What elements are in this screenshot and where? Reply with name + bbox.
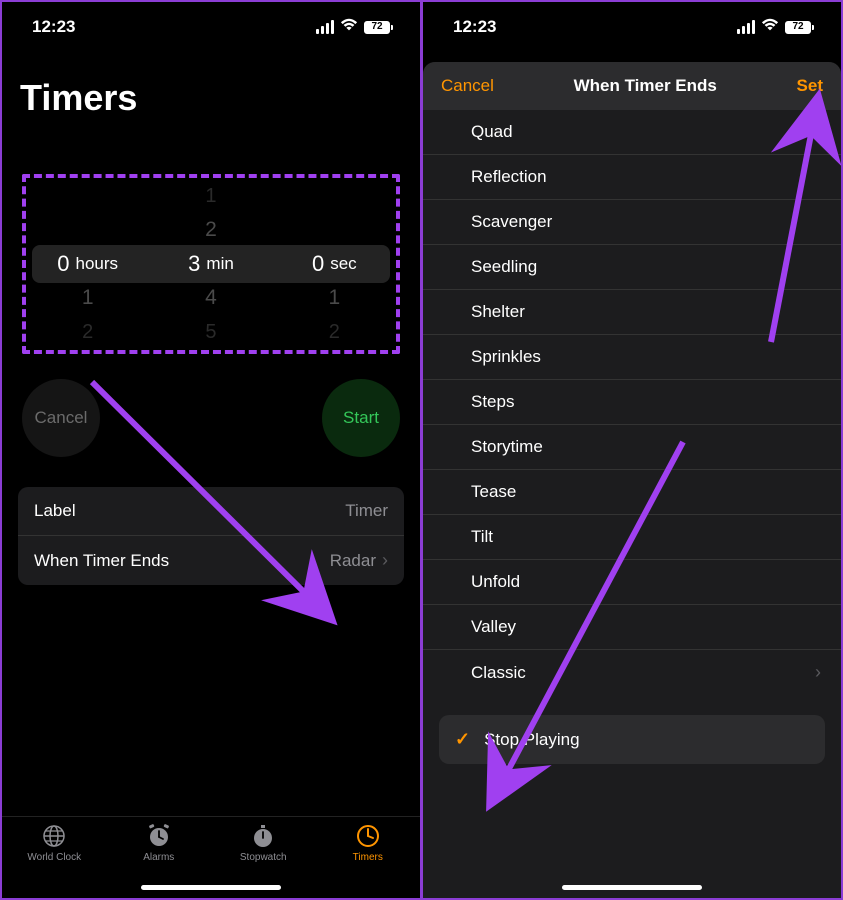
battery-icon: 72 [785,21,811,34]
chevron-right-icon: › [815,662,825,683]
sound-option[interactable]: Tease [423,470,841,515]
label-value: Timer [345,501,388,521]
label-key: Label [34,501,76,521]
stop-playing-row[interactable]: ✓ Stop Playing [439,715,825,764]
start-button[interactable]: Start [322,379,400,457]
label-row[interactable]: Label Timer [18,487,404,536]
cellular-signal-icon [737,20,755,34]
chevron-right-icon: › [382,550,388,571]
sound-option[interactable]: Quad [423,110,841,155]
sound-option[interactable]: Storytime [423,425,841,470]
cancel-button[interactable]: Cancel [22,379,100,457]
wifi-icon [761,17,779,37]
ends-key: When Timer Ends [34,551,169,571]
modal-header: Cancel When Timer Ends Set [423,62,841,110]
status-bar: 12:23 72 [423,2,841,52]
status-icons: 72 [737,17,811,37]
right-screenshot: 12:23 72 Cancel When Timer Ends Set Quad… [423,2,841,898]
home-indicator[interactable] [141,885,281,890]
tab-timers[interactable]: Timers [316,823,421,898]
sound-option[interactable]: Sprinkles [423,335,841,380]
cellular-signal-icon [316,20,334,34]
sound-picker-sheet: Cancel When Timer Ends Set Quad Reflecti… [423,62,841,898]
stopwatch-icon [250,823,276,849]
battery-icon: 72 [364,21,390,34]
sound-option[interactable]: Reflection [423,155,841,200]
status-time: 12:23 [453,17,496,37]
when-timer-ends-row[interactable]: When Timer Ends Radar› [18,536,404,585]
modal-title: When Timer Ends [574,76,717,96]
home-indicator[interactable] [562,885,702,890]
hours-column[interactable]: 0hours 1 2 [26,178,149,350]
left-screenshot: 12:23 72 Timers 0hours 1 2 1 2 3min 4 5 [2,2,420,898]
seconds-column[interactable]: 0sec 1 2 [273,178,396,350]
timer-settings: Label Timer When Timer Ends Radar› [18,487,404,585]
sound-option[interactable]: Unfold [423,560,841,605]
status-time: 12:23 [32,17,75,37]
tab-world-clock[interactable]: World Clock [2,823,107,898]
sound-option[interactable]: Valley [423,605,841,649]
minutes-column[interactable]: 1 2 3min 4 5 [149,178,272,350]
action-buttons: Cancel Start [2,354,420,475]
wifi-icon [340,17,358,37]
status-icons: 72 [316,17,390,37]
sound-option[interactable]: Seedling [423,245,841,290]
sound-option[interactable]: Scavenger [423,200,841,245]
checkmark-icon: ✓ [455,729,470,750]
sound-option[interactable]: Steps [423,380,841,425]
status-bar: 12:23 72 [2,2,420,52]
set-button[interactable]: Set [797,76,823,96]
ends-value: Radar› [330,550,388,571]
globe-icon [41,823,67,849]
alarm-icon [146,823,172,849]
classic-sounds-row[interactable]: Classic › [423,649,841,695]
page-title: Timers [2,52,420,139]
cancel-button[interactable]: Cancel [441,76,494,96]
sound-option[interactable]: Tilt [423,515,841,560]
sound-list[interactable]: Quad Reflection Scavenger Seedling Shelt… [423,110,841,695]
time-picker[interactable]: 0hours 1 2 1 2 3min 4 5 0sec 1 2 [22,174,400,354]
timer-icon [355,823,381,849]
sound-option[interactable]: Shelter [423,290,841,335]
stop-playing-label: Stop Playing [484,730,579,750]
